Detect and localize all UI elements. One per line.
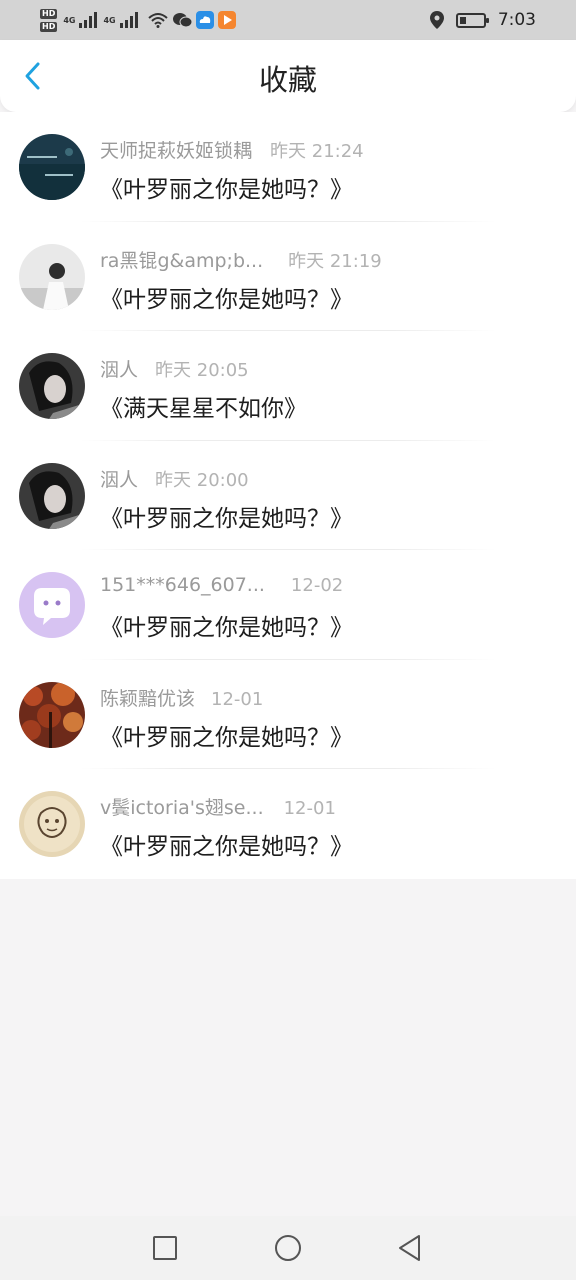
work-title: 《叶罗丽之你是她吗？》 <box>100 286 353 313</box>
user-name: 洇人 <box>100 359 139 381</box>
timestamp: 12-01 <box>211 688 264 710</box>
favorite-item[interactable]: 天师捉萩妖姬锁耦 昨天 21:24 《叶罗丽之你是她吗？》 <box>0 112 576 222</box>
item-meta: 洇人 昨天 20:05 <box>100 355 249 382</box>
back-icon <box>399 1235 420 1261</box>
timestamp: 昨天 20:05 <box>155 360 249 381</box>
item-meta: 洇人 昨天 20:00 <box>100 465 249 492</box>
item-meta: 天师捉萩妖姬锁耦 昨天 21:24 <box>100 136 364 163</box>
recent-apps-icon <box>153 1236 177 1260</box>
nav-back-button[interactable] <box>395 1233 425 1263</box>
favorite-item[interactable]: 洇人 昨天 20:00 《叶罗丽之你是她吗？》 <box>0 441 576 551</box>
status-time: 7:03 <box>497 10 536 30</box>
hd-badges: HD HD <box>40 8 58 32</box>
network-type: 4G <box>63 15 76 25</box>
wifi-icon <box>147 12 168 28</box>
timestamp: 昨天 21:19 <box>288 250 382 272</box>
avatar <box>19 134 85 200</box>
home-button[interactable] <box>273 1233 303 1263</box>
user-name: 洇人 <box>100 468 139 491</box>
user-name: ra黑锟g&amp;b... <box>100 249 264 272</box>
user-name: 陈颖黯优该 <box>100 687 196 710</box>
avatar <box>19 462 85 529</box>
work-title: 《叶罗丽之你是她吗？》 <box>100 505 353 532</box>
favorites-screen: HD HD 4G 4G 7:03 收藏 天师捉萩妖姬锁耦 昨天 21:24 《叶… <box>0 0 576 1280</box>
favorite-item[interactable]: 151***646_607... 12-02 《叶罗丽之你是她吗？》 <box>0 550 576 660</box>
signal-icon <box>79 12 98 28</box>
favorite-item[interactable]: 洇人 昨天 20:05 《满天星星不如你》 <box>0 331 576 441</box>
cloud-app-icon <box>195 11 214 29</box>
user-name: 151***646_607... <box>100 574 265 596</box>
hd-badge: HD <box>40 8 58 19</box>
location-icon <box>429 11 444 29</box>
battery-icon <box>455 12 489 28</box>
home-icon <box>275 1235 301 1261</box>
wechat-icon <box>172 12 192 28</box>
page-title: 收藏 <box>258 63 317 97</box>
timestamp: 12-01 <box>283 798 336 819</box>
avatar <box>19 353 85 419</box>
item-meta: v鬓ictoria's翅se... 12-01 <box>100 793 336 820</box>
avatar <box>19 572 85 638</box>
favorites-list: 天师捉萩妖姬锁耦 昨天 21:24 《叶罗丽之你是她吗？》 ra黑锟g&amp;… <box>0 112 576 879</box>
work-title: 《叶罗丽之你是她吗？》 <box>100 615 353 641</box>
avatar <box>19 243 85 310</box>
timestamp: 昨天 21:24 <box>270 141 364 162</box>
network-type: 4G <box>103 15 116 25</box>
timestamp: 昨天 20:00 <box>155 469 249 491</box>
video-app-icon <box>217 11 236 29</box>
favorite-item[interactable]: 陈颖黯优该 12-01 《叶罗丽之你是她吗？》 <box>0 660 576 770</box>
status-left: HD HD 4G 4G <box>40 4 236 36</box>
work-title: 《叶罗丽之你是她吗？》 <box>100 834 353 860</box>
system-nav-bar <box>0 1216 576 1280</box>
battery-fill <box>459 16 467 24</box>
header: 收藏 <box>0 40 576 112</box>
item-meta: 陈颖黯优该 12-01 <box>100 684 263 711</box>
user-name: v鬓ictoria's翅se... <box>100 797 264 819</box>
timestamp: 12-02 <box>290 575 344 596</box>
item-meta: 151***646_607... 12-02 <box>100 574 343 596</box>
favorite-item[interactable]: ra黑锟g&amp;b... 昨天 21:19 《叶罗丽之你是她吗？》 <box>0 222 576 332</box>
work-title: 《满天星星不如你》 <box>100 396 307 422</box>
avatar <box>19 791 85 857</box>
avatar <box>19 681 85 748</box>
hd-badge: HD <box>40 21 58 32</box>
recent-apps-button[interactable] <box>150 1233 180 1263</box>
user-name: 天师捉萩妖姬锁耦 <box>100 140 253 162</box>
signal-icon <box>119 12 138 28</box>
item-meta: ra黑锟g&amp;b... 昨天 21:19 <box>100 246 382 273</box>
status-right: 7:03 <box>429 0 536 40</box>
status-bar: HD HD 4G 4G 7:03 <box>0 0 576 40</box>
favorite-item[interactable]: v鬓ictoria's翅se... 12-01 《叶罗丽之你是她吗？》 <box>0 769 576 879</box>
work-title: 《叶罗丽之你是她吗？》 <box>100 724 353 751</box>
work-title: 《叶罗丽之你是她吗？》 <box>100 177 353 203</box>
